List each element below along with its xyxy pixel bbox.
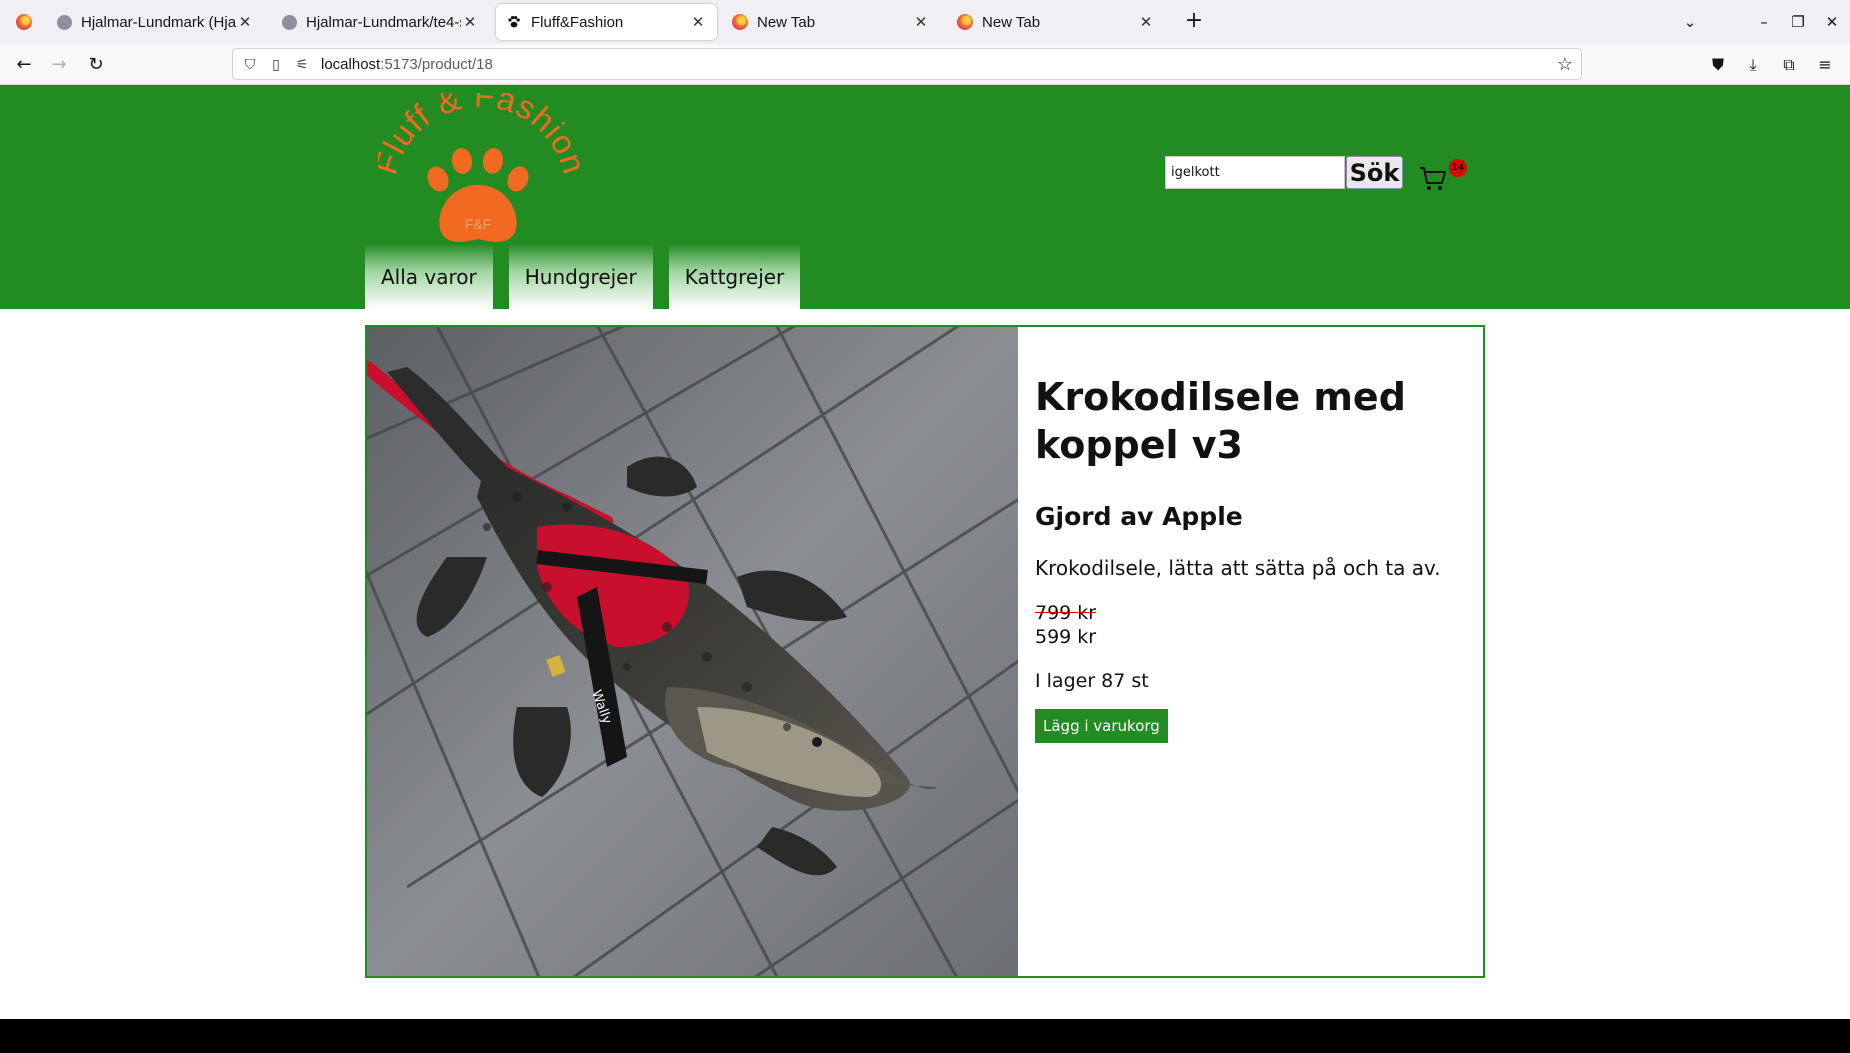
current-price: 599 kr [1035,626,1097,648]
site-header: Fluff & Fashion F&F Sök [0,77,1850,309]
svg-text:Fluff & Fashion: Fluff & Fashion [378,93,583,178]
category-tab-hundgrejer[interactable]: Hundgrejer [508,245,653,309]
github-icon [281,14,297,30]
search-bar: Sök [1165,156,1403,189]
add-to-cart-button[interactable]: Lägg i varukorg [1035,709,1168,743]
minimize-icon[interactable]: – [1750,8,1778,36]
close-icon[interactable]: ✕ [912,13,930,31]
browser-tab-3-active[interactable]: Fluff&Fashion ✕ [496,4,717,40]
browser-nav-bar: ← → ↻ ⛉ ▯ ⚟ localhost:5173/product/18 ☆ … [0,44,1850,85]
category-tab-alla-varor[interactable]: Alla varor [365,245,493,309]
tab-label: New Tab [757,13,816,31]
tab-label: Fluff&Fashion [531,13,624,31]
firefox-icon [16,14,32,30]
menu-icon[interactable]: ≡ [1811,51,1839,79]
search-input[interactable] [1165,156,1345,189]
product-image: Wally [367,327,1018,976]
restore-icon[interactable]: ❐ [1784,8,1812,36]
search-button[interactable]: Sök [1346,156,1403,189]
firefox-icon [957,14,973,30]
close-icon[interactable]: ✕ [461,13,479,31]
url-path: :5173/product/18 [380,55,493,73]
tab-label: Hjalmar-Lundmark (Hjalm [81,13,236,31]
cart-button[interactable]: 14 [1418,157,1467,190]
close-icon[interactable]: ✕ [1137,13,1155,31]
back-icon[interactable]: ← [10,51,38,79]
url-host: localhost [321,55,381,73]
product-description: Krokodilsele, lätta att sätta på och ta … [1035,556,1441,580]
pocket-icon[interactable]: ⛊ [1704,51,1732,79]
browser-tab-bar: Hjalmar-Lundmark (Hjalm ✕ Hjalmar-Lundma… [0,0,1850,44]
product-info: Krokodilsele med koppel v3 Gjord av Appl… [1035,327,1475,743]
close-icon[interactable]: ✕ [236,13,254,31]
cart-icon [1420,167,1446,190]
shield-icon[interactable]: ⛉ [237,56,263,73]
browser-tab-1[interactable]: Hjalmar-Lundmark (Hjalm ✕ [46,4,264,40]
page-icon[interactable]: ▯ [263,56,289,73]
firefox-icon [732,14,748,30]
window-close-icon[interactable]: ✕ [1818,8,1846,36]
permissions-icon[interactable]: ⚟ [289,56,315,73]
category-nav: Alla varor Hundgrejer Kattgrejer [365,245,816,309]
footer-bar [0,1019,1850,1053]
tab-label: New Tab [982,13,1041,31]
list-all-tabs-icon[interactable]: ⌄ [1676,8,1704,36]
old-price: 799 kr [1035,602,1097,624]
reload-icon[interactable]: ↻ [82,51,110,79]
page-content: Fluff & Fashion F&F Sök [0,77,1850,1019]
bookmark-star-icon[interactable]: ☆ [1557,54,1573,75]
browser-tab-5[interactable]: New Tab ✕ [947,4,1165,40]
browser-tab-2[interactable]: Hjalmar-Lundmark/te4-sl ✕ [271,4,489,40]
site-logo[interactable]: Fluff & Fashion F&F [366,77,593,253]
address-bar[interactable]: ⛉ ▯ ⚟ localhost:5173/product/18 ☆ [232,48,1582,80]
svg-text:F&F: F&F [465,216,491,232]
close-icon[interactable]: ✕ [689,13,707,31]
category-tab-kattgrejer[interactable]: Kattgrejer [668,245,801,309]
product-card: Wally Krokodilsele med koppel v3 Gjord a… [365,325,1485,978]
extensions-icon[interactable]: ⧉ [1775,51,1803,79]
cart-count-badge: 14 [1449,159,1467,177]
tab-label: Hjalmar-Lundmark/te4-sl [306,13,461,31]
forward-icon[interactable]: → [45,51,73,79]
stock-status: I lager 87 st [1035,670,1149,692]
downloads-icon[interactable]: ⤓ [1739,51,1767,79]
firefox-view-button[interactable] [6,4,40,40]
product-title: Krokodilsele med koppel v3 [1035,375,1406,467]
browser-tab-4[interactable]: New Tab ✕ [722,4,940,40]
github-icon [56,14,72,30]
new-tab-button[interactable]: + [1180,8,1208,36]
paw-icon [506,14,522,30]
product-brand: Gjord av Apple [1035,502,1243,531]
